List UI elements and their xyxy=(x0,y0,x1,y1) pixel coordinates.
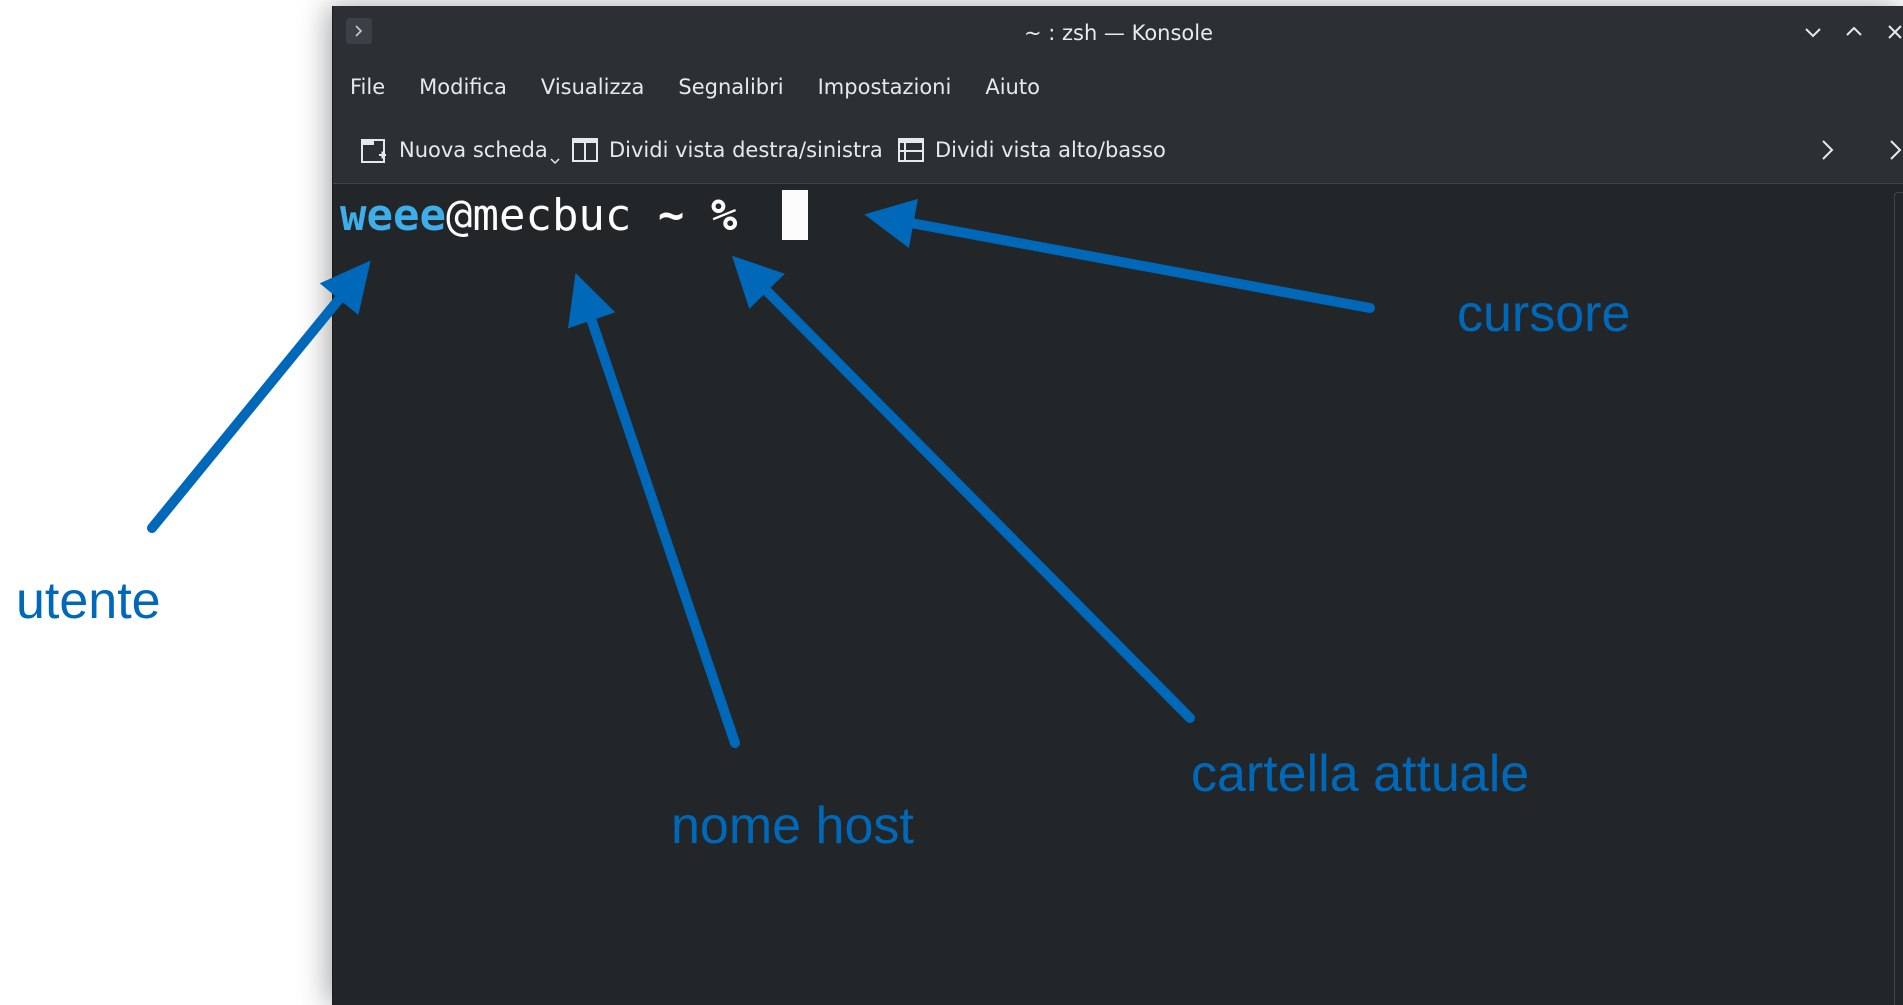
shell-prompt: weee@mecbuc ~ % xyxy=(340,186,737,246)
prompt-at: @ xyxy=(445,190,473,241)
menu-settings[interactable]: Impostazioni xyxy=(801,56,969,118)
prompt-dir: ~ xyxy=(657,190,685,241)
new-tab-button[interactable]: Nuova scheda xyxy=(359,132,570,168)
konsole-window: ~ : zsh — Konsole File Modifica Visualiz… xyxy=(332,6,1903,1005)
menu-view[interactable]: Visualizza xyxy=(524,56,661,118)
split-top-bottom-label: Dividi vista alto/basso xyxy=(935,138,1166,162)
label-utente: utente xyxy=(16,572,161,630)
label-cursore: cursore xyxy=(1457,285,1631,343)
title-bar[interactable]: ~ : zsh — Konsole xyxy=(333,6,1903,56)
menu-bookmarks[interactable]: Segnalibri xyxy=(661,56,800,118)
prompt-host: mecbuc xyxy=(472,190,632,241)
split-left-right-button[interactable]: Dividi vista destra/sinistra xyxy=(571,132,883,168)
prompt-user: weee xyxy=(340,190,446,241)
new-tab-label: Nuova scheda xyxy=(399,138,548,162)
window-title: ~ : zsh — Konsole xyxy=(1023,21,1214,45)
chevron-right-icon[interactable] xyxy=(1813,136,1841,164)
new-tab-icon xyxy=(361,139,386,163)
split-top-bottom-icon xyxy=(898,138,924,162)
close-icon[interactable] xyxy=(1882,19,1903,45)
terminal-cursor xyxy=(782,190,808,240)
minimize-icon[interactable] xyxy=(1800,19,1826,45)
chevron-right-icon[interactable] xyxy=(1881,136,1903,164)
scrollbar[interactable] xyxy=(1894,192,1903,1005)
split-left-right-icon xyxy=(572,138,598,162)
menu-file[interactable]: File xyxy=(333,56,402,118)
prompt-symbol: % xyxy=(710,190,738,241)
split-left-right-label: Dividi vista destra/sinistra xyxy=(609,138,883,162)
menu-help[interactable]: Aiuto xyxy=(968,56,1057,118)
toolbar: Nuova scheda Dividi vista destra/sinistr… xyxy=(333,118,1903,184)
dropdown-arrow-icon[interactable] xyxy=(550,156,560,166)
label-cartella-attuale: cartella attuale xyxy=(1191,745,1530,803)
terminal-area[interactable]: weee@mecbuc ~ % xyxy=(333,184,1903,1005)
split-top-bottom-button[interactable]: Dividi vista alto/basso xyxy=(897,132,1166,168)
maximize-icon[interactable] xyxy=(1841,19,1867,45)
menu-bar: File Modifica Visualizza Segnalibri Impo… xyxy=(333,56,1903,118)
label-nome-host: nome host xyxy=(671,797,914,855)
menu-edit[interactable]: Modifica xyxy=(402,56,524,118)
arrow-utente xyxy=(147,260,371,533)
